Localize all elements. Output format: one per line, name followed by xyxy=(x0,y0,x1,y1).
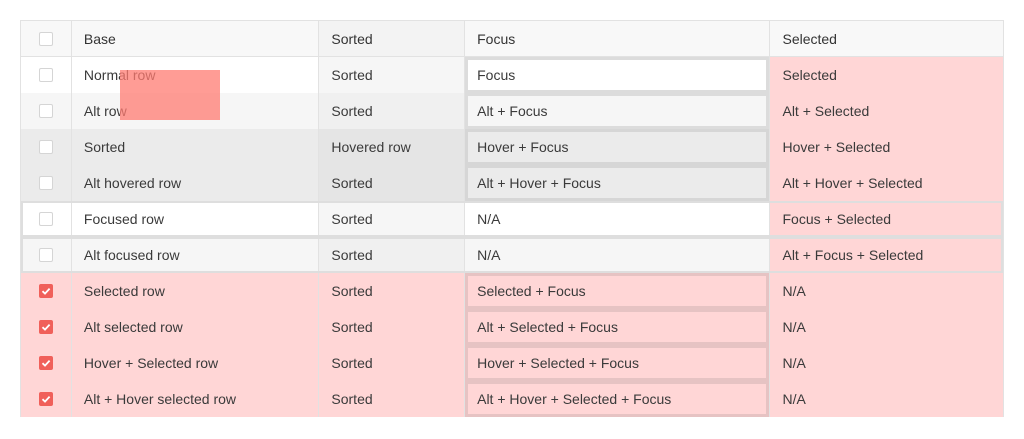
table-cell[interactable]: Sorted xyxy=(319,201,466,237)
table-cell[interactable]: Alt row xyxy=(71,93,320,129)
column-header-label: Focus xyxy=(477,30,516,47)
table-cell[interactable]: Focus + Selected xyxy=(770,201,1004,237)
table-cell[interactable]: Alt + Selected + Focus xyxy=(465,309,771,345)
row-checkbox[interactable] xyxy=(38,68,53,82)
table-row[interactable]: Alt row Sorted Alt + Focus Alt + Selecte… xyxy=(20,93,1004,129)
table-cell[interactable]: Sorted xyxy=(319,345,466,381)
table-row[interactable]: Sorted Hovered row Hover + Focus Hover +… xyxy=(20,129,1004,165)
table-cell[interactable]: Sorted xyxy=(319,309,466,345)
table-cell[interactable]: Focused row xyxy=(71,201,320,237)
column-header-selected[interactable]: Selected xyxy=(770,21,1003,56)
table-cell[interactable]: Sorted xyxy=(319,273,466,309)
row-checkbox[interactable] xyxy=(38,140,53,154)
column-header-base[interactable]: Base xyxy=(72,21,320,56)
row-select-cell[interactable] xyxy=(21,93,72,129)
row-checkbox[interactable] xyxy=(38,392,53,406)
table-cell[interactable]: Alt focused row xyxy=(71,237,320,273)
column-header-label: Base xyxy=(83,30,116,47)
row-select-cell[interactable] xyxy=(21,201,72,237)
grid-header-row: Base Sorted Focus Selected xyxy=(20,20,1004,57)
row-checkbox[interactable] xyxy=(38,248,53,262)
table-cell[interactable]: Focus xyxy=(465,57,771,93)
row-select-cell[interactable] xyxy=(21,345,72,381)
column-header-sorted[interactable]: Sorted xyxy=(319,21,466,56)
table-cell[interactable]: Alt + Hover selected row xyxy=(71,381,320,417)
table-cell[interactable]: Hover + Selected row xyxy=(71,345,320,381)
table-cell[interactable]: Alt + Focus xyxy=(465,93,771,129)
row-select-cell[interactable] xyxy=(21,129,72,165)
checkmark-icon xyxy=(41,287,51,295)
table-cell[interactable]: N/A xyxy=(465,201,771,237)
row-select-cell[interactable] xyxy=(21,165,72,201)
table-cell[interactable]: Sorted xyxy=(319,381,466,417)
checkmark-icon xyxy=(41,323,51,331)
table-row[interactable]: Alt focused row Sorted N/A Alt + Focus +… xyxy=(20,237,1004,273)
table-cell[interactable]: Hovered row xyxy=(319,129,466,165)
table-row[interactable]: Selected row Sorted Selected + Focus N/A xyxy=(20,273,1004,309)
row-select-cell[interactable] xyxy=(21,57,72,93)
row-checkbox[interactable] xyxy=(38,320,53,334)
table-cell[interactable]: Sorted xyxy=(319,237,466,273)
table-cell[interactable]: Alt + Hover + Focus xyxy=(465,165,771,201)
table-row[interactable]: Alt selected row Sorted Alt + Selected +… xyxy=(20,309,1004,345)
row-select-cell[interactable] xyxy=(21,309,72,345)
row-select-cell[interactable] xyxy=(21,273,72,309)
table-cell[interactable]: Sorted xyxy=(319,165,466,201)
table-cell[interactable]: Selected row xyxy=(71,273,320,309)
table-cell[interactable]: Hover + Selected + Focus xyxy=(465,345,771,381)
table-cell[interactable]: Alt selected row xyxy=(71,309,320,345)
table-cell[interactable]: Alt + Selected xyxy=(770,93,1004,129)
column-header-label: Selected xyxy=(782,30,837,47)
table-cell[interactable]: Hover + Focus xyxy=(465,129,771,165)
table-cell[interactable]: N/A xyxy=(465,237,771,273)
row-checkbox[interactable] xyxy=(38,212,53,226)
data-grid: Base Sorted Focus Selected Normal row So… xyxy=(20,20,1004,417)
row-select-cell[interactable] xyxy=(21,237,72,273)
table-cell[interactable]: N/A xyxy=(770,381,1004,417)
table-cell[interactable]: Alt + Hover + Selected + Focus xyxy=(465,381,771,417)
table-cell[interactable]: Alt + Focus + Selected xyxy=(770,237,1004,273)
table-cell[interactable]: Alt + Hover + Selected xyxy=(770,165,1004,201)
table-cell[interactable]: Sorted xyxy=(319,93,466,129)
table-cell[interactable]: Selected + Focus xyxy=(465,273,771,309)
table-row[interactable]: Alt + Hover selected row Sorted Alt + Ho… xyxy=(20,381,1004,417)
table-row[interactable]: Normal row Sorted Focus Selected xyxy=(20,57,1004,93)
table-cell[interactable]: Alt hovered row xyxy=(71,165,320,201)
table-row[interactable]: Focused row Sorted N/A Focus + Selected xyxy=(20,201,1004,237)
column-header-focus[interactable]: Focus xyxy=(465,21,771,56)
row-checkbox[interactable] xyxy=(38,176,53,190)
table-cell[interactable]: Sorted xyxy=(71,129,320,165)
checkmark-icon xyxy=(41,395,51,403)
table-cell[interactable]: Normal row xyxy=(71,57,320,93)
table-cell[interactable]: Sorted xyxy=(319,57,466,93)
column-header-label: Sorted xyxy=(331,30,373,47)
table-row[interactable]: Alt hovered row Sorted Alt + Hover + Foc… xyxy=(20,165,1004,201)
table-row[interactable]: Hover + Selected row Sorted Hover + Sele… xyxy=(20,345,1004,381)
select-all-checkbox[interactable] xyxy=(38,31,53,46)
table-cell[interactable]: N/A xyxy=(770,273,1004,309)
table-cell[interactable]: N/A xyxy=(770,345,1004,381)
row-checkbox[interactable] xyxy=(38,104,53,118)
table-cell[interactable]: Hover + Selected xyxy=(770,129,1004,165)
checkmark-icon xyxy=(41,359,51,367)
table-cell[interactable]: N/A xyxy=(770,309,1004,345)
table-cell[interactable]: Selected xyxy=(770,57,1004,93)
row-select-cell[interactable] xyxy=(21,381,72,417)
select-all-cell[interactable] xyxy=(21,21,72,56)
row-checkbox[interactable] xyxy=(38,356,53,370)
row-checkbox[interactable] xyxy=(38,284,53,298)
